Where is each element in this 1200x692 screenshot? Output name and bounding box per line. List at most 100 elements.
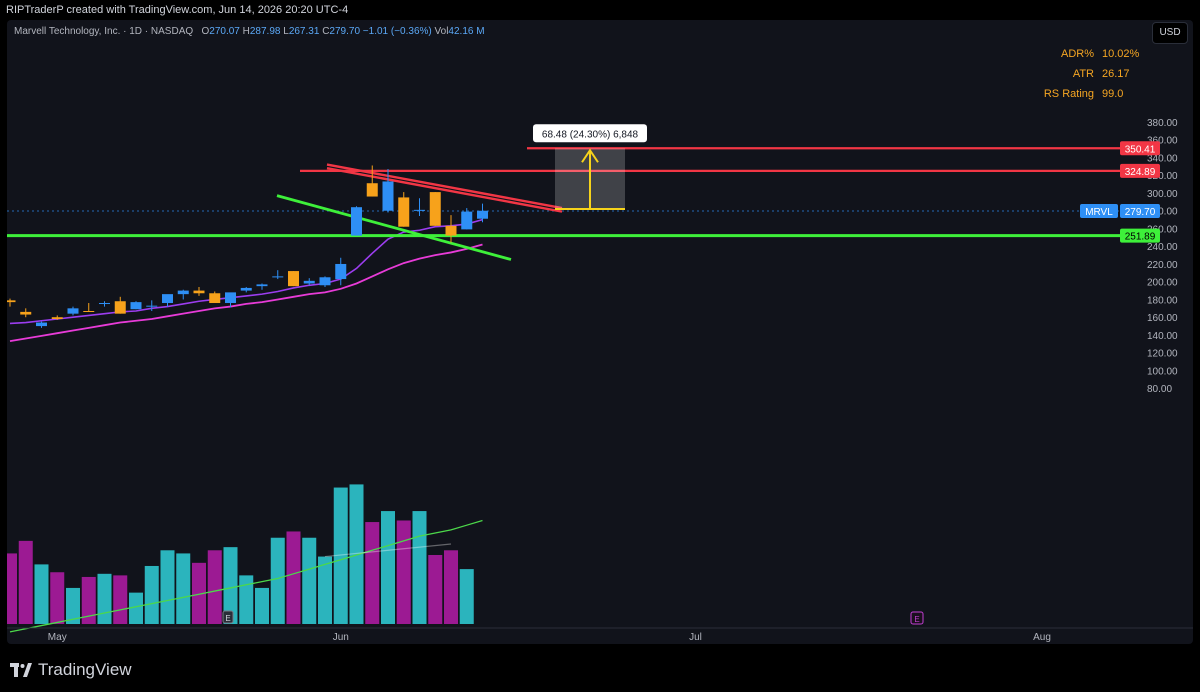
volume-bar (444, 550, 458, 624)
chart-area[interactable]: 80.00 100.00 120.00 140.00 160.00 180.00 200.0… (7, 20, 1193, 644)
volume-bar (318, 556, 332, 624)
stat-value: 10.02% (1102, 48, 1140, 60)
candle-body (445, 225, 457, 236)
symbol-title: Marvell Technology, Inc. · 1D · NASDAQ (14, 26, 194, 37)
stat-value: 26.17 (1102, 68, 1130, 80)
candle-body (162, 294, 173, 304)
y-tick-label: 240.00 (1147, 242, 1178, 253)
volume-bar (34, 564, 49, 624)
candle-body (7, 300, 16, 303)
brand-footer: TradingView (10, 660, 132, 680)
x-tick-label: Aug (1033, 632, 1051, 643)
volume-value: 42.16 M (448, 26, 485, 37)
x-tick-label: Jun (333, 632, 349, 643)
candle-body (288, 271, 299, 287)
volume-bar (7, 553, 17, 624)
stat-label: RS Rating (1043, 88, 1094, 100)
tradingview-logo-icon (10, 663, 32, 677)
candle-body (99, 303, 110, 305)
stat-row-adr: ADR% 10.02% (1030, 44, 1140, 64)
symbol-tag-label: MRVL (1085, 207, 1113, 218)
stat-row-atr: ATR 26.17 (1030, 64, 1140, 84)
candle-body (319, 277, 331, 286)
candle-body (303, 280, 315, 284)
earnings-badge-text: E (225, 614, 230, 623)
brand-name: TradingView (38, 660, 132, 679)
candle-body (382, 181, 394, 211)
candle-body (177, 290, 189, 295)
candle-body (193, 290, 205, 294)
price-chart[interactable]: 80.00 100.00 120.00 140.00 160.00 180.00 200.0… (7, 20, 1193, 644)
change-value: −1.01 (−0.36%) (362, 26, 432, 37)
y-tick-label: 380.00 (1147, 118, 1178, 129)
price-tag-label: 350.41 (1125, 144, 1156, 155)
currency-button[interactable]: USD (1152, 22, 1188, 44)
volume-bar (255, 587, 269, 624)
low-value: 267.31 (288, 26, 320, 37)
stat-label: ADR% (1060, 48, 1094, 60)
volume-bar (412, 511, 427, 624)
x-tick-label: May (48, 632, 67, 643)
y-tick-label: 180.00 (1147, 295, 1178, 306)
candle-body (209, 293, 221, 304)
volume-bar (18, 540, 33, 624)
volume-label: Vol (434, 26, 449, 37)
volume-bar (270, 537, 285, 624)
y-tick-label: 200.00 (1147, 278, 1178, 289)
candle-body (366, 183, 378, 197)
earnings-badge-future-text: E (914, 615, 919, 624)
candle-body (20, 311, 32, 315)
candle-body (114, 301, 126, 314)
volume-bar (396, 520, 411, 624)
stat-value: 99.0 (1102, 88, 1124, 100)
volume-bar (239, 575, 254, 624)
volume-bar (144, 565, 159, 624)
candle-body (36, 322, 47, 327)
resistance-trendline (326, 166, 563, 213)
volume-bar (428, 554, 443, 624)
stat-row-rs: RS Rating 99.0 (1030, 84, 1140, 104)
volume-bar (286, 531, 301, 624)
candle-body (240, 287, 252, 291)
candle-body (225, 292, 236, 304)
open-value: 270.07 (209, 26, 240, 37)
candle-body (67, 308, 79, 314)
stat-label: ATR (1072, 68, 1094, 80)
close-value: 279.70 (329, 26, 361, 37)
credit-line: RIPTraderP created with TradingView.com,… (6, 4, 349, 16)
volume-bar (365, 522, 380, 624)
candle-body (477, 210, 488, 219)
y-tick-label: 100.00 (1147, 366, 1178, 377)
candle-body (256, 284, 268, 287)
candle-body (83, 311, 95, 312)
y-tick-label: 120.00 (1147, 349, 1178, 360)
y-tick-label: 220.00 (1147, 260, 1178, 271)
candle-body (272, 276, 284, 278)
price-tag-label: 279.70 (1125, 207, 1156, 218)
volume-bar (113, 575, 128, 624)
projection-label: 68.48 (24.30%) 6,848 (542, 129, 639, 140)
volume-bar (207, 550, 222, 624)
high-value: 287.98 (249, 26, 281, 37)
candle-body (398, 197, 410, 227)
y-tick-label: 300.00 (1147, 189, 1178, 200)
candle-body (414, 209, 425, 211)
ema-slow-line (9, 243, 483, 343)
stats-table: ADR% 10.02% ATR 26.17 RS Rating 99.0 (1030, 44, 1140, 104)
volume-bar (176, 553, 191, 624)
volume-bar (459, 569, 474, 624)
y-tick-label: 160.00 (1147, 313, 1178, 324)
volume-bar (160, 550, 175, 624)
x-tick-label: Jul (689, 632, 702, 643)
candle-body (335, 263, 347, 280)
candle-body (461, 211, 473, 230)
support-trendline (276, 194, 512, 261)
candle-body (130, 302, 142, 310)
y-tick-label: 140.00 (1147, 331, 1178, 342)
chart-frame: RIPTraderP created with TradingView.com,… (0, 0, 1200, 692)
high-label: H (242, 26, 250, 37)
price-tag-label: 251.89 (1125, 232, 1156, 243)
volume-bar (381, 511, 395, 624)
candle-body (146, 305, 158, 307)
price-tag-label: 324.89 (1125, 167, 1156, 178)
